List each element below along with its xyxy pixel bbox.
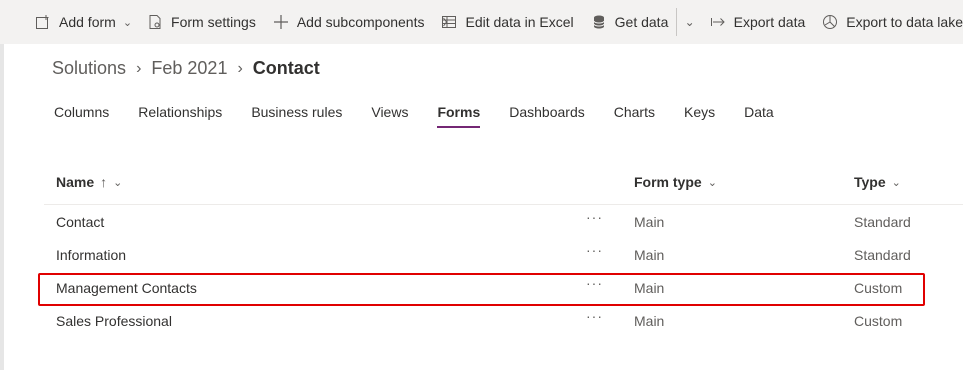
tab-dashboards[interactable]: Dashboards <box>509 104 585 128</box>
database-icon <box>590 13 608 31</box>
more-options-icon[interactable]: ··· <box>586 308 603 324</box>
form-name[interactable]: Sales Professional <box>56 313 172 329</box>
chevron-down-icon: ⌄ <box>113 176 123 189</box>
excel-icon <box>440 13 458 31</box>
more-options-icon[interactable]: ··· <box>586 209 603 225</box>
form-type: Main <box>634 214 665 230</box>
chevron-down-icon: ⌄ <box>707 176 717 189</box>
column-header-form-type-label: Form type <box>634 174 702 190</box>
add-form-button[interactable]: Add form ⌄ <box>34 13 132 31</box>
form-settings-icon <box>146 13 164 31</box>
form-settings-button[interactable]: Form settings <box>146 13 256 31</box>
edit-excel-label: Edit data in Excel <box>465 14 574 30</box>
form-kind: Standard <box>854 214 911 230</box>
form-type: Main <box>634 247 665 263</box>
edit-excel-button[interactable]: Edit data in Excel <box>440 13 574 31</box>
add-form-label: Add form <box>59 14 116 30</box>
get-data-button[interactable]: Get data <box>590 13 669 31</box>
chevron-right-icon: › <box>136 59 142 77</box>
tab-bar: Columns Relationships Business rules Vie… <box>54 104 803 128</box>
add-subcomponents-button[interactable]: Add subcomponents <box>272 13 425 31</box>
command-bar: Add form ⌄ Form settings Add subcomponen… <box>0 0 963 44</box>
tab-charts[interactable]: Charts <box>614 104 655 128</box>
plus-icon <box>272 13 290 31</box>
chevron-down-icon: ⌄ <box>891 176 901 189</box>
breadcrumb-solutions[interactable]: Solutions <box>52 58 126 79</box>
tab-business-rules[interactable]: Business rules <box>251 104 342 128</box>
tab-data[interactable]: Data <box>744 104 774 128</box>
table-header: Name ↑ ⌄ Form type ⌄ Type ⌄ <box>44 164 963 205</box>
breadcrumb-solution[interactable]: Feb 2021 <box>151 58 227 79</box>
column-header-type-label: Type <box>854 174 886 190</box>
form-kind: Standard <box>854 247 911 263</box>
tab-keys[interactable]: Keys <box>684 104 715 128</box>
form-settings-label: Form settings <box>171 14 256 30</box>
get-data-dropdown-chevron-icon[interactable]: ⌄ <box>685 15 695 29</box>
add-subcomponents-label: Add subcomponents <box>296 14 425 30</box>
form-name[interactable]: Contact <box>56 214 104 230</box>
export-data-label: Export data <box>733 14 806 30</box>
breadcrumb: Solutions › Feb 2021 › Contact <box>52 58 320 79</box>
more-options-icon[interactable]: ··· <box>586 242 603 258</box>
chevron-down-icon[interactable]: ⌄ <box>123 16 132 29</box>
export-data-button[interactable]: Export data <box>709 13 806 31</box>
export-arrow-icon <box>709 13 727 31</box>
get-data-label: Get data <box>614 14 669 30</box>
tab-forms[interactable]: Forms <box>437 104 480 128</box>
form-kind: Custom <box>854 313 903 329</box>
data-lake-icon <box>821 13 839 31</box>
breadcrumb-current: Contact <box>252 58 320 78</box>
column-header-name[interactable]: Name ↑ ⌄ <box>56 174 122 190</box>
form-type: Main <box>634 313 665 329</box>
column-header-name-label: Name <box>56 174 95 190</box>
left-edge <box>0 0 4 370</box>
table-row[interactable]: Contact ··· Main Standard <box>44 206 963 239</box>
tab-relationships[interactable]: Relationships <box>138 104 222 128</box>
form-name[interactable]: Information <box>56 247 126 263</box>
table-row[interactable]: Information ··· Main Standard <box>44 239 963 272</box>
export-data-lake-label: Export to data lake <box>846 14 963 30</box>
highlight-box <box>38 273 925 306</box>
column-header-type[interactable]: Type ⌄ <box>854 174 901 190</box>
table-row[interactable]: Sales Professional ··· Main Custom <box>44 305 963 338</box>
sort-ascending-icon: ↑ <box>100 174 108 190</box>
column-header-form-type[interactable]: Form type ⌄ <box>634 174 717 190</box>
export-data-lake-button[interactable]: Export to data lake <box>821 13 963 31</box>
form-add-icon <box>34 13 52 31</box>
tab-views[interactable]: Views <box>371 104 408 128</box>
chevron-right-icon: › <box>237 59 243 77</box>
tab-columns[interactable]: Columns <box>54 104 109 128</box>
